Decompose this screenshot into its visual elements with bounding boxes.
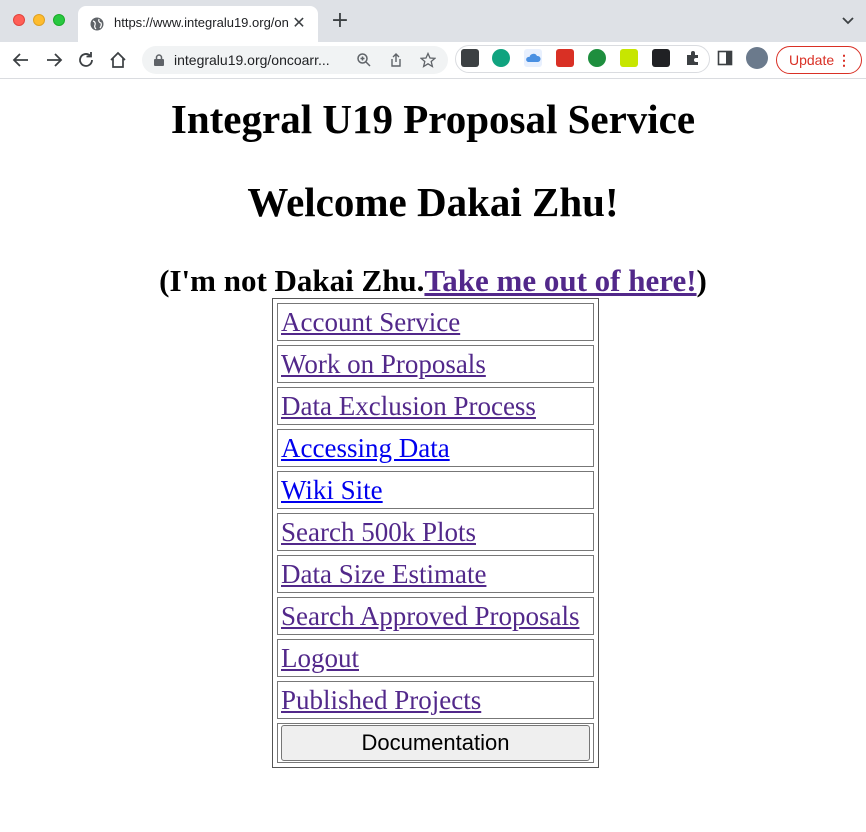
puzzle-icon[interactable] (684, 49, 702, 67)
back-arrow-icon[interactable] (11, 50, 31, 70)
close-window-button[interactable] (13, 14, 25, 26)
not-me-suffix: ) (696, 263, 707, 298)
address-bar[interactable]: integralu19.org/oncoarr... (142, 46, 448, 74)
share-icon[interactable] (388, 52, 404, 68)
menu-link-logout[interactable]: Logout (281, 643, 359, 673)
password-icon[interactable] (556, 49, 574, 67)
update-button[interactable]: Update ⋮ (776, 46, 862, 74)
menu-link-published-projects[interactable]: Published Projects (281, 685, 481, 715)
reload-icon[interactable] (76, 50, 96, 70)
extension-a-icon[interactable] (492, 49, 510, 67)
globe-icon (90, 17, 104, 31)
page-title: Integral U19 Proposal Service (170, 96, 696, 142)
url-text: integralu19.org/oncoarr... (174, 52, 330, 68)
tab-title: https://www.integralu19.org/on (114, 15, 289, 30)
menu-link-work-on-proposals[interactable]: Work on Proposals (281, 349, 486, 379)
terminal-icon[interactable] (652, 49, 670, 67)
side-panel-icon[interactable] (716, 49, 734, 67)
welcome-heading: Welcome Dakai Zhu! (247, 179, 619, 225)
more-menu-icon[interactable]: ⋮ (837, 47, 851, 73)
forward-arrow-icon[interactable] (44, 50, 64, 70)
menu-link-data-exclusion-process[interactable]: Data Exclusion Process (281, 391, 536, 421)
menu-link-account-service[interactable]: Account Service (281, 307, 460, 337)
minimize-window-button[interactable] (33, 14, 45, 26)
browser-toolbar: integralu19.org/oncoarr... (0, 42, 866, 79)
navigation-menu-table: Account Service Work on Proposals Data E… (272, 298, 599, 768)
maximize-window-button[interactable] (53, 14, 65, 26)
browser-tab-bar: https://www.integralu19.org/on ✕ + (0, 0, 866, 42)
menu-link-wiki-site[interactable]: Wiki Site (281, 475, 383, 505)
menu-link-search-500k-plots[interactable]: Search 500k Plots (281, 517, 476, 547)
menu-link-accessing-data[interactable]: Accessing Data (281, 433, 450, 463)
chevron-down-icon[interactable] (840, 12, 856, 28)
evernote-icon[interactable] (588, 49, 606, 67)
menu-link-search-approved-proposals[interactable]: Search Approved Proposals (281, 601, 579, 631)
documentation-button[interactable]: Documentation (281, 725, 590, 761)
new-tab-icon[interactable]: + (330, 10, 350, 32)
browser-tab[interactable]: https://www.integralu19.org/on ✕ (78, 6, 318, 42)
cloud-icon[interactable] (524, 49, 542, 67)
take-me-out-link[interactable]: Take me out of here! (424, 263, 696, 298)
not-me-heading: (I'm not Dakai Zhu.Take me out of here!) (0, 263, 866, 299)
extension-icon[interactable] (461, 49, 479, 67)
tab-close-icon[interactable]: ✕ (290, 14, 308, 32)
bookmark-star-icon[interactable] (420, 52, 436, 68)
home-icon[interactable] (108, 50, 128, 70)
profile-avatar[interactable] (746, 47, 768, 69)
menu-link-data-size-estimate[interactable]: Data Size Estimate (281, 559, 486, 589)
zoom-icon[interactable] (356, 52, 372, 68)
not-me-prefix: (I'm not Dakai Zhu. (159, 263, 425, 298)
update-label: Update (789, 52, 835, 68)
bug-icon[interactable] (620, 49, 638, 67)
lock-icon[interactable] (154, 54, 164, 66)
